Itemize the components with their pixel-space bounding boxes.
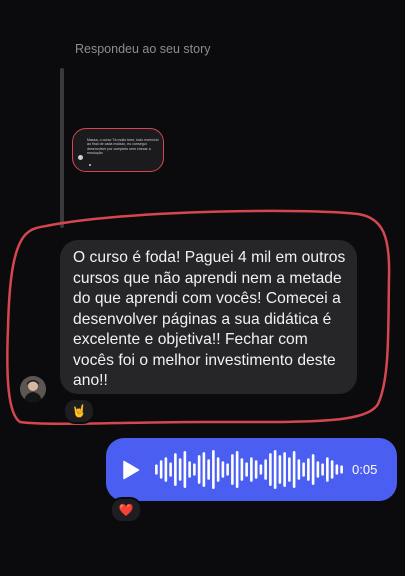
waveform-bar xyxy=(226,463,229,476)
waveform-bar xyxy=(283,452,286,487)
rock-hand-icon: 🤘 xyxy=(71,404,87,418)
waveform-bar xyxy=(292,451,296,488)
story-preview-thumbnail[interactable]: Massa, o curso Tá muito bem, todo exercí… xyxy=(72,128,164,172)
waveform-bar xyxy=(183,451,187,488)
message-text: O curso é foda! Paguei 4 mil em outros c… xyxy=(73,249,346,389)
audio-waveform[interactable] xyxy=(154,449,344,490)
waveform-bar xyxy=(188,461,191,478)
story-preview-text: Massa, o curso Tá muito bem, todo exercí… xyxy=(87,138,159,156)
waveform-bar xyxy=(235,451,239,488)
waveform-bar xyxy=(169,462,172,477)
waveform-bar xyxy=(212,450,215,489)
waveform-bar xyxy=(250,457,253,482)
waveform-bar xyxy=(207,459,210,480)
waveform-bar xyxy=(216,457,220,482)
waveform-bar xyxy=(221,461,225,478)
waveform-bar xyxy=(164,457,168,482)
audio-reaction[interactable]: ❤️ xyxy=(110,497,142,523)
waveform-bar xyxy=(302,462,305,477)
waveform-bar xyxy=(240,458,244,481)
waveform-bar xyxy=(326,457,329,482)
waveform-bar xyxy=(335,464,339,475)
waveform-bar xyxy=(155,464,158,475)
waveform-bar xyxy=(273,450,277,489)
waveform-bar xyxy=(330,460,334,479)
waveform-bar xyxy=(254,460,258,479)
waveform-bar xyxy=(245,462,248,477)
avatar-person-icon xyxy=(20,376,46,402)
waveform-bar xyxy=(193,463,196,476)
avatar[interactable] xyxy=(20,376,46,402)
waveform-bar xyxy=(197,455,201,484)
replied-to-story-label: Respondeu ao seu story xyxy=(75,42,211,56)
waveform-bar xyxy=(311,454,315,485)
story-reply-bar xyxy=(60,68,64,228)
waveform-bar xyxy=(340,465,343,474)
waveform-bar xyxy=(307,458,310,481)
waveform-bar xyxy=(231,454,234,485)
message-bubble[interactable]: O curso é foda! Paguei 4 mil em outros c… xyxy=(60,240,357,394)
waveform-bar xyxy=(278,455,282,484)
audio-message-bubble[interactable]: 0:05 xyxy=(106,438,397,501)
waveform-bar xyxy=(264,459,267,480)
waveform-bar xyxy=(202,452,206,487)
waveform-bar xyxy=(174,453,177,486)
waveform-bar xyxy=(259,464,263,475)
waveform-bar xyxy=(269,453,272,486)
waveform-bar xyxy=(321,463,324,476)
story-app-icon xyxy=(78,155,83,160)
message-reaction[interactable]: 🤘 xyxy=(63,398,95,424)
waveform-bar xyxy=(297,459,301,480)
heart-icon: ❤️ xyxy=(118,503,134,517)
waveform-bar xyxy=(159,460,163,479)
play-icon[interactable] xyxy=(122,460,140,480)
waveform-bar xyxy=(316,461,320,478)
waveform-bar xyxy=(178,458,182,481)
story-dot-icon xyxy=(89,164,91,166)
audio-duration: 0:05 xyxy=(352,462,378,477)
waveform-bar xyxy=(288,457,291,482)
